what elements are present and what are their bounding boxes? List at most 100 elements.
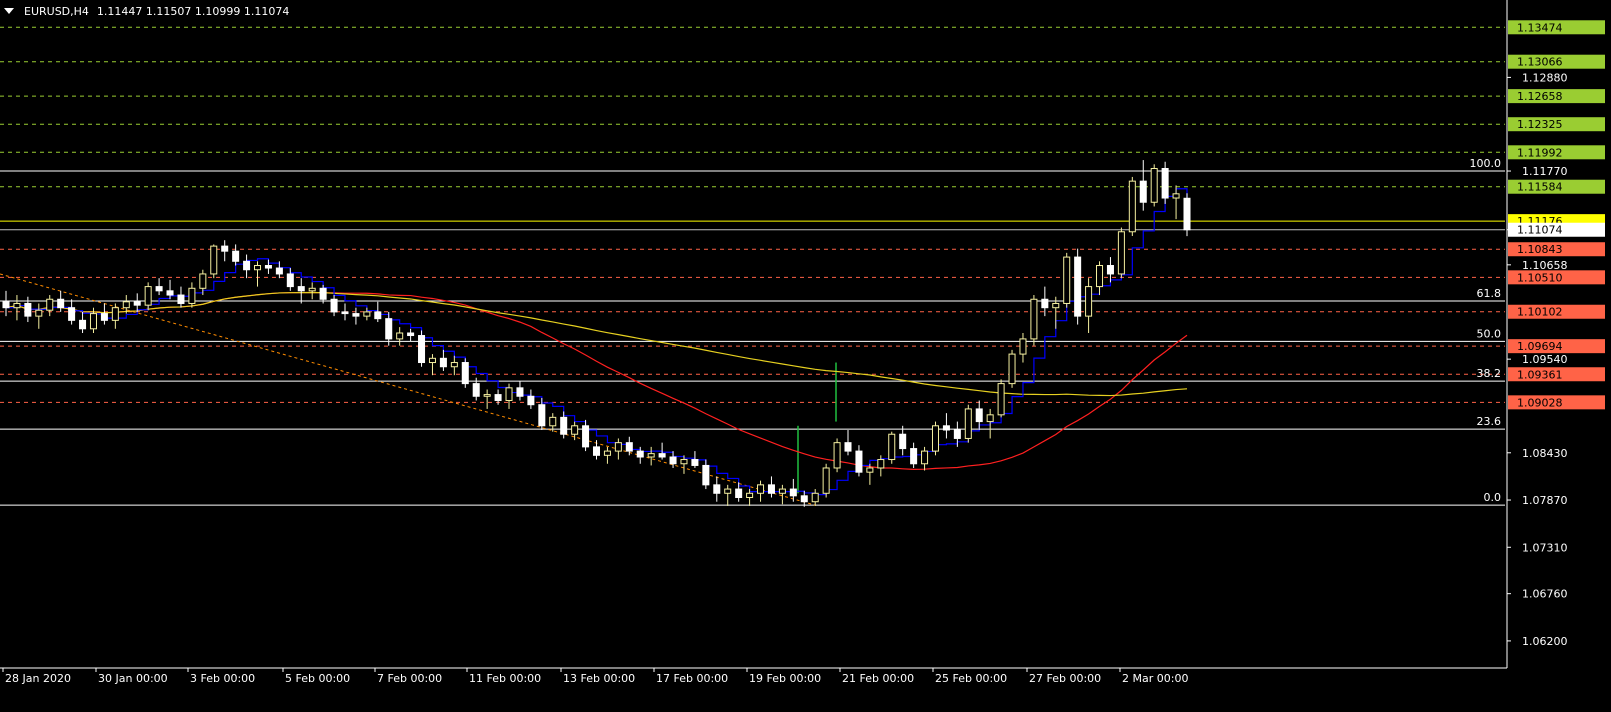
candle-body	[24, 302, 32, 317]
x-tick-label: 2 Mar 00:00	[1122, 672, 1188, 685]
fib-level-label: 23.6	[1477, 415, 1502, 428]
candle-body	[691, 459, 699, 466]
resistance-label: 1.11584	[1517, 181, 1563, 194]
candle-body	[877, 459, 885, 469]
candle-body	[921, 450, 929, 465]
candle	[669, 451, 677, 468]
candle-body	[396, 332, 404, 340]
candle-body	[1096, 265, 1104, 288]
candle-body	[472, 383, 480, 397]
chart-canvas[interactable]: 100.061.850.038.223.60.0 1.128801.117701…	[0, 0, 1611, 709]
candle-body	[757, 484, 765, 494]
candle-body	[592, 446, 601, 456]
candle-body	[2, 301, 10, 309]
x-tick-label: 27 Feb 00:00	[1029, 672, 1101, 685]
support-label: 1.09028	[1517, 396, 1563, 409]
candle-body	[1183, 197, 1191, 231]
chart-title-bar: EURUSD,H4 1.11447 1.11507 1.10999 1.1107…	[4, 4, 289, 18]
candle	[778, 484, 786, 505]
candle-body	[133, 301, 141, 306]
candle-body	[582, 425, 590, 448]
candle-body	[89, 313, 97, 330]
horizontal-levels-layer: 100.0 61.8 50.0 38.2 23.6 0.0	[0, 26, 1505, 506]
candle	[1030, 295, 1038, 346]
candle-body	[374, 311, 382, 320]
x-tick-label: 19 Feb 00:00	[749, 672, 821, 685]
candle	[418, 330, 426, 367]
candle	[931, 421, 939, 456]
candle-body	[625, 442, 633, 452]
candle-body	[669, 456, 677, 465]
candle-body	[833, 442, 841, 469]
candle-body	[680, 459, 688, 465]
candle	[1172, 185, 1180, 220]
candle	[997, 379, 1005, 418]
candle-body	[822, 467, 830, 494]
candle-body	[341, 311, 349, 315]
candle	[1183, 193, 1191, 237]
bid-label: 1.11074	[1517, 224, 1563, 237]
candle-body	[1085, 286, 1093, 317]
triangle-down-icon[interactable]	[4, 8, 14, 14]
candle-body	[177, 294, 185, 304]
resistance-label: 1.13474	[1517, 21, 1563, 34]
candle-body	[275, 267, 283, 275]
fib-level-label: 61.8	[1477, 287, 1502, 300]
candle-body	[527, 395, 535, 406]
candle	[221, 240, 229, 262]
candle	[2, 290, 10, 317]
candle	[439, 349, 447, 371]
candle	[855, 445, 863, 477]
candle-body	[942, 425, 950, 431]
candle-body	[450, 362, 458, 368]
candle-body	[210, 245, 218, 275]
candle-body	[953, 429, 961, 439]
trendline[interactable]	[0, 273, 816, 506]
candle-body	[636, 450, 644, 458]
candle-body	[767, 484, 775, 494]
candle-body	[702, 464, 710, 486]
candle	[822, 463, 830, 498]
candle-body	[461, 362, 469, 385]
candle	[428, 354, 436, 376]
candle	[199, 269, 207, 296]
x-tick-label: 13 Feb 00:00	[563, 672, 635, 685]
candle-body	[724, 488, 732, 494]
candle-body	[385, 318, 393, 340]
candle-body	[494, 394, 502, 401]
candle	[396, 327, 404, 346]
candle	[352, 307, 360, 325]
candle-body	[888, 433, 896, 461]
candle-body	[439, 357, 447, 368]
price-chart[interactable]: 100.0 61.8 50.0 38.2 23.6 0.0 1.12880 1.11770 1…	[0, 0, 1611, 709]
candle-body	[614, 442, 622, 452]
candle-body	[352, 313, 360, 317]
candle-body	[407, 332, 415, 337]
candle-body	[243, 260, 251, 271]
candle-body	[221, 245, 229, 252]
candle-body	[35, 309, 43, 317]
candle	[713, 476, 721, 502]
support-label: 1.09361	[1517, 368, 1563, 381]
candle-body	[57, 298, 65, 309]
candle	[79, 311, 87, 333]
candle	[1085, 278, 1093, 333]
candle	[13, 295, 21, 321]
candle	[899, 425, 907, 456]
candle	[1128, 176, 1136, 236]
candle-body	[844, 442, 852, 452]
candle-body	[899, 433, 907, 450]
candle	[1161, 161, 1169, 204]
candle-body	[1052, 302, 1060, 309]
candle-body	[68, 307, 76, 321]
candle	[1074, 248, 1082, 325]
candle	[767, 476, 775, 498]
candle-body	[516, 387, 524, 397]
candle	[330, 295, 338, 317]
candle-body	[428, 357, 436, 364]
fib-level-label: 50.0	[1477, 327, 1502, 340]
candle-body	[166, 290, 174, 296]
candle-body	[855, 450, 863, 473]
candle	[100, 303, 108, 325]
support-label: 1.10510	[1517, 271, 1563, 284]
